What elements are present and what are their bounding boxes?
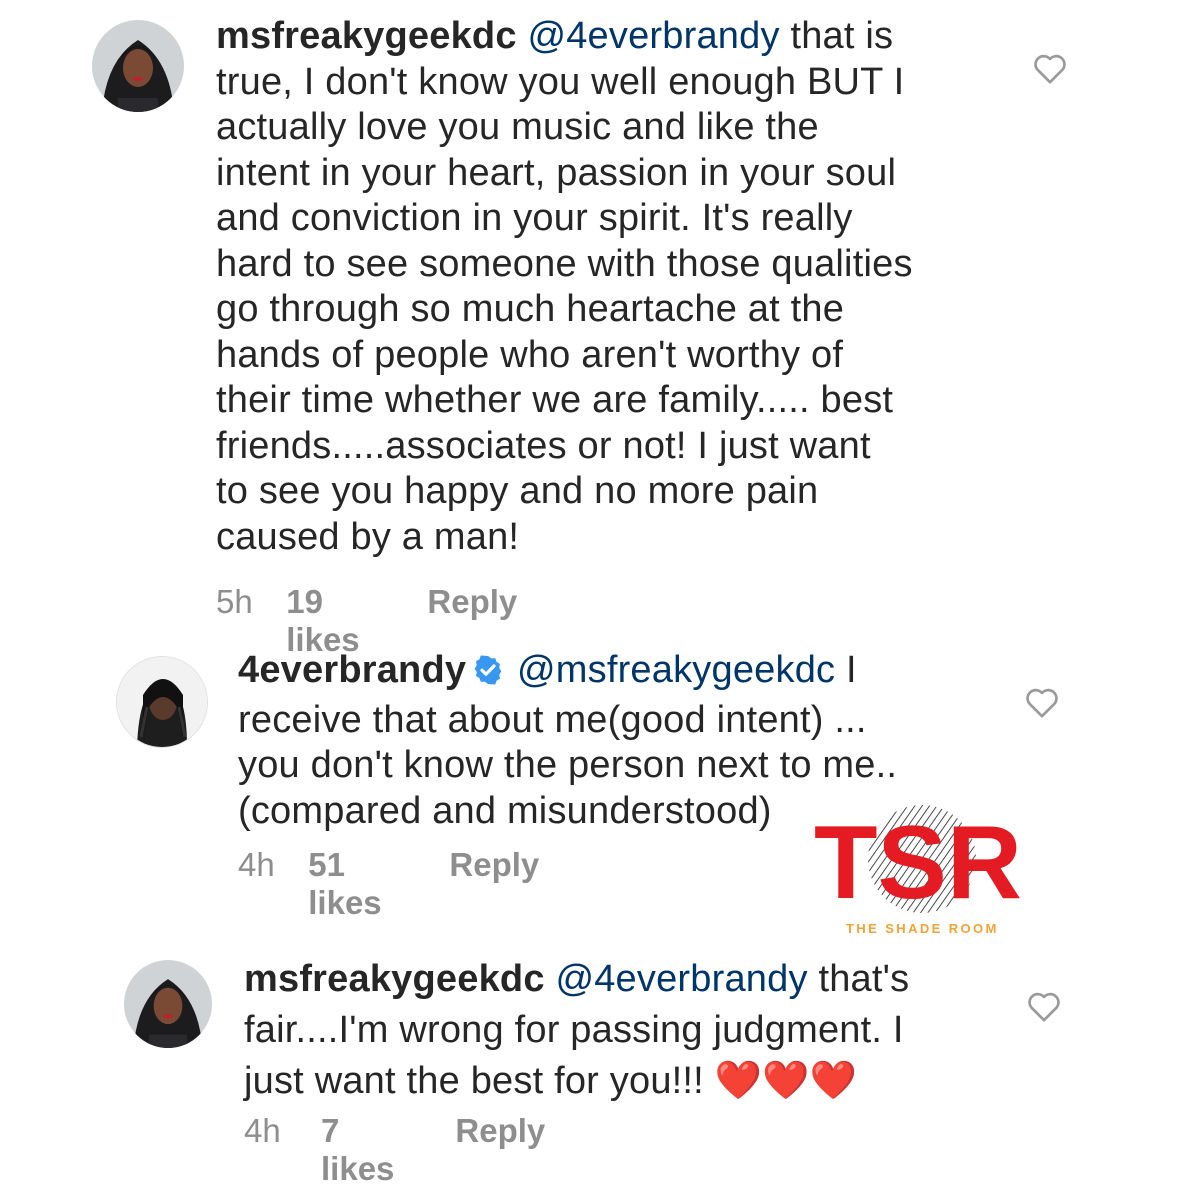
comment-time: 4h	[238, 846, 275, 883]
comment-meta: 4h 7 likes Reply	[244, 1112, 545, 1188]
comment-line: that is	[790, 15, 894, 57]
comment-line: friends.....associates or not! I just wa…	[216, 424, 871, 467]
comment-line: that's	[818, 958, 910, 1000]
tsr-logo-caption: THE SHADE ROOM	[846, 921, 999, 936]
like-heart-icon[interactable]	[1022, 682, 1062, 722]
comment-line: and conviction in your spirit. It's real…	[216, 197, 853, 239]
comment-line: just want the best for you!!!	[244, 1060, 704, 1102]
verified-badge-icon	[472, 652, 504, 698]
avatar[interactable]	[124, 960, 212, 1048]
comment-line: receive that about me(good intent) ...	[238, 698, 867, 741]
comment-line: hands of people who aren't worthy of	[216, 333, 844, 376]
like-heart-icon[interactable]	[1030, 48, 1070, 88]
comment-meta: 4h 51 likes Reply	[238, 846, 539, 922]
reply-button[interactable]: Reply	[449, 846, 539, 922]
reply-button[interactable]: Reply	[455, 1112, 545, 1188]
comment-text: msfreakygeekdc @4everbrandy that is true…	[216, 14, 1016, 560]
comment-line: their time whether we are family..... be…	[216, 379, 894, 421]
comment-text: msfreakygeekdc @4everbrandy that's fair.…	[244, 954, 1024, 1107]
avatar[interactable]	[92, 20, 184, 112]
comment-line: fair....I'm wrong for passing judgment. …	[244, 1009, 904, 1051]
heart-emoji: ❤️❤️❤️	[714, 1060, 858, 1102]
comment-time: 4h	[244, 1112, 281, 1149]
comment-line: I	[846, 649, 857, 691]
avatar[interactable]	[116, 656, 208, 748]
comment-line: to see you happy and no more pain	[216, 470, 819, 512]
tsr-logo-letters: TSR	[814, 805, 1022, 921]
comment-line: hard to see someone with those qualities	[216, 242, 913, 285]
comment-line: true, I don't know you well enough BUT I	[216, 60, 905, 103]
comment-mention[interactable]: @4everbrandy	[555, 958, 807, 1000]
comment-line: you don't know the person next to me..	[238, 744, 898, 786]
comment-line: caused by a man!	[216, 515, 520, 558]
comment-line: intent in your heart, passion in your so…	[216, 151, 897, 194]
comment-likes[interactable]: 51 likes	[308, 846, 401, 922]
comment-username[interactable]: msfreakygeekdc	[244, 958, 545, 1000]
comment-mention[interactable]: @msfreakygeekdc	[517, 649, 835, 691]
comment-username[interactable]: msfreakygeekdc	[216, 15, 517, 57]
comment-mention[interactable]: @4everbrandy	[527, 15, 779, 57]
comment-username[interactable]: 4everbrandy	[238, 649, 466, 691]
comment-line: actually love you music and like the	[216, 106, 819, 148]
comment-likes[interactable]: 7 likes	[321, 1112, 407, 1188]
comment-line: go through so much heartache at the	[216, 288, 845, 330]
like-heart-icon[interactable]	[1024, 986, 1064, 1026]
